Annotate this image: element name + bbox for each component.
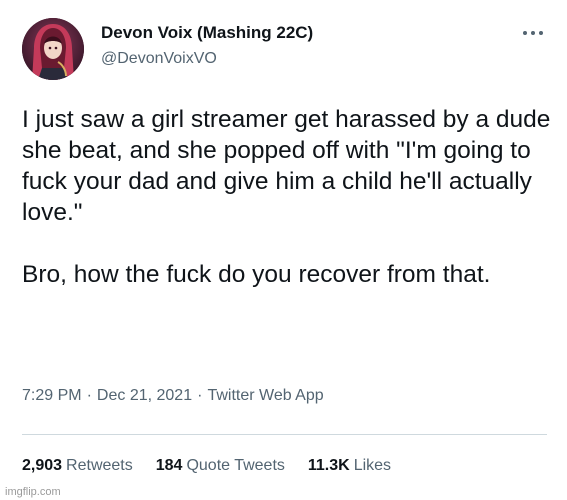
retweets-count: 2,903 <box>22 457 63 474</box>
retweets-label: Retweets <box>66 457 133 474</box>
quote-tweets-stat[interactable]: 184 Quote Tweets <box>156 457 285 475</box>
quote-tweets-count: 184 <box>155 457 183 474</box>
meta-separator: · <box>197 387 203 404</box>
tweet-metadata: 7:29 PM · Dec 21, 2021 · Twitter Web App <box>22 387 324 405</box>
quote-tweets-label: Quote Tweets <box>186 457 285 474</box>
tweet-paragraph: Bro, how the fuck do you recover from th… <box>22 261 491 288</box>
profile-avatar-icon <box>22 18 84 80</box>
meta-separator: · <box>86 387 92 404</box>
watermark: imgflip.com <box>5 486 61 498</box>
likes-label: Likes <box>353 457 392 474</box>
tweet-source[interactable]: Twitter Web App <box>207 387 323 404</box>
likes-count: 11.3K <box>307 457 350 474</box>
tweet-paragraph: I just saw a girl streamer get harassed … <box>22 106 551 226</box>
retweets-stat[interactable]: 2,903 Retweets <box>22 457 133 475</box>
author-name[interactable]: Devon Voix (Mashing 22C) <box>101 23 313 43</box>
author-handle[interactable]: @DevonVoixVO <box>101 50 217 68</box>
likes-stat[interactable]: 11.3K Likes <box>308 457 391 475</box>
more-options-icon[interactable] <box>521 25 545 41</box>
divider <box>22 434 547 435</box>
avatar[interactable] <box>22 18 84 80</box>
tweet-text: I just saw a girl streamer get harassed … <box>22 104 552 290</box>
engagement-stats: 2,903 Retweets 184 Quote Tweets 11.3K Likes <box>22 457 414 475</box>
tweet-date[interactable]: Dec 21, 2021 <box>97 387 192 404</box>
tweet-card: Devon Voix (Mashing 22C) @DevonVoixVO I … <box>0 0 567 500</box>
tweet-time[interactable]: 7:29 PM <box>22 387 82 404</box>
